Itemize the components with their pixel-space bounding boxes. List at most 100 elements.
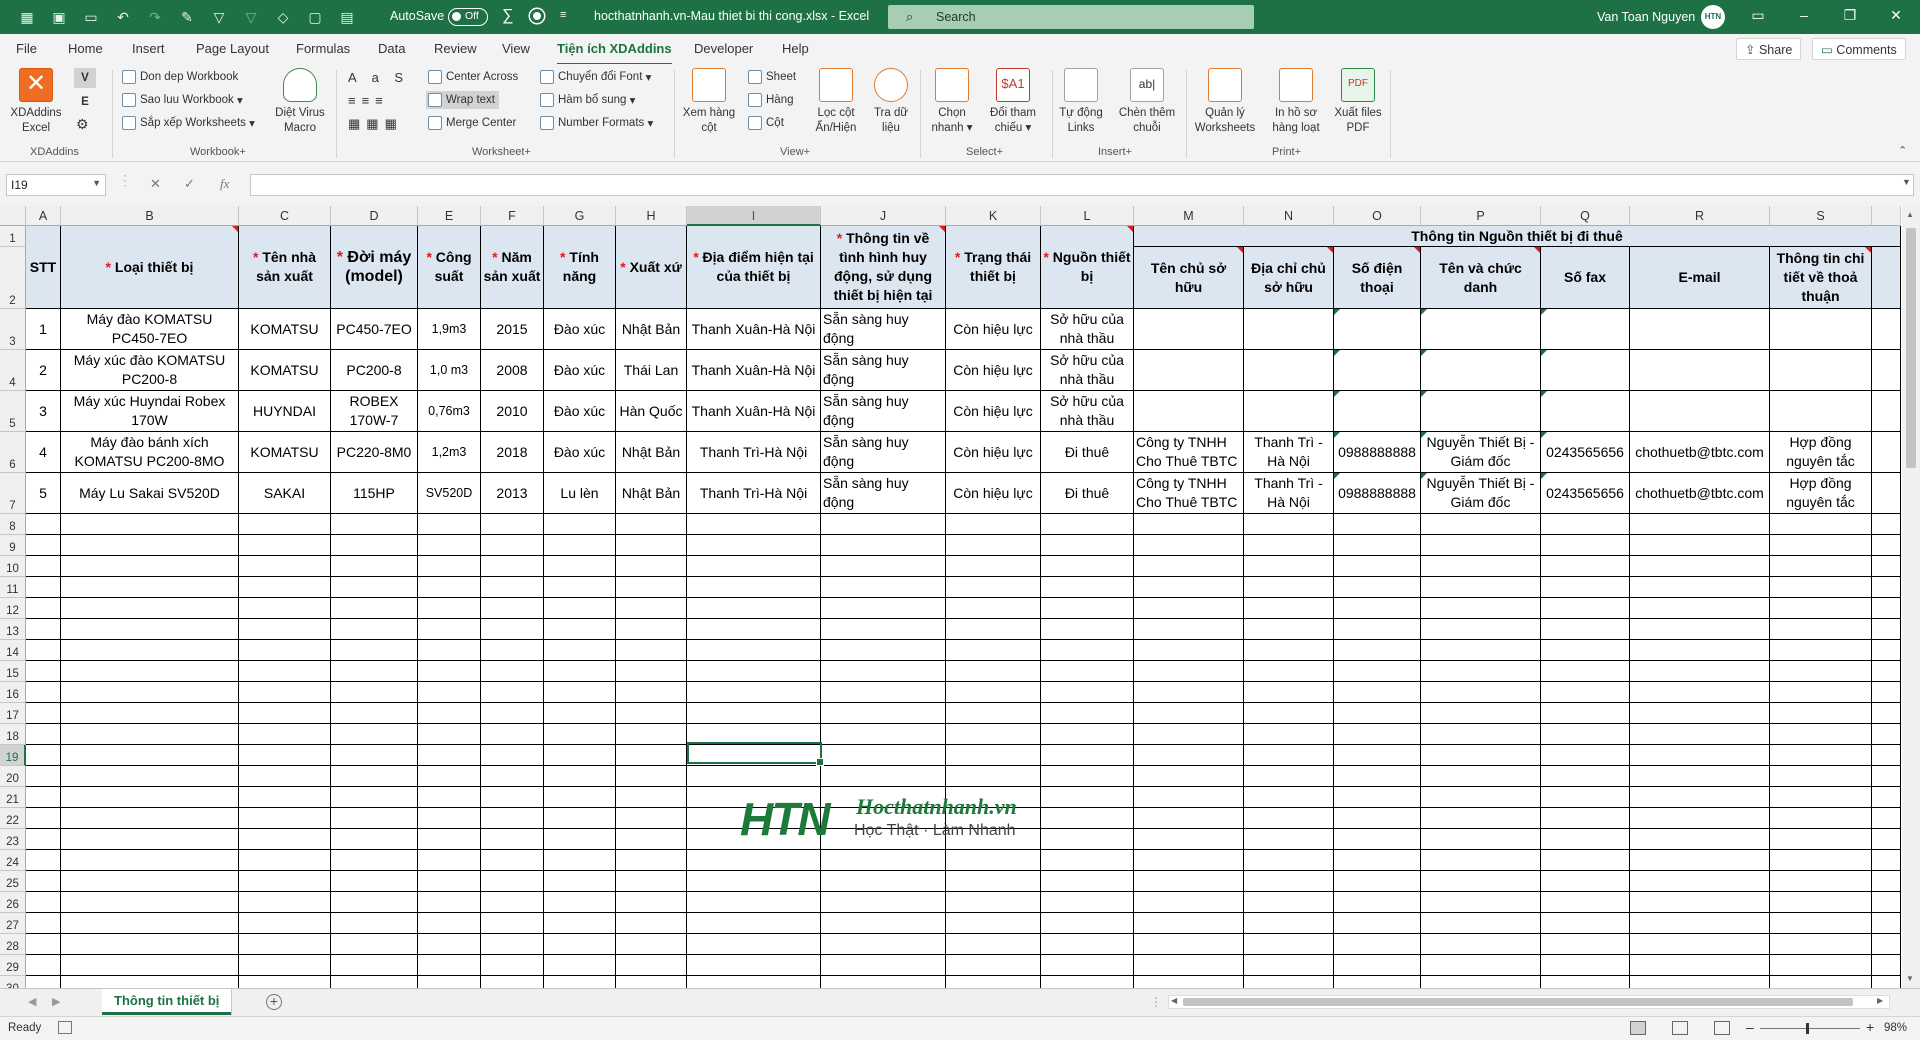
header-stt[interactable]: STT bbox=[26, 226, 61, 309]
cell-so-dien-thoai[interactable]: 0988888888 bbox=[1334, 432, 1421, 473]
empty-cell[interactable] bbox=[1541, 535, 1630, 556]
empty-cell[interactable] bbox=[26, 619, 61, 640]
empty-cell[interactable] bbox=[1334, 514, 1421, 535]
cell-doi-may[interactable]: ROBEX 170W-7 bbox=[331, 391, 418, 432]
empty-cell[interactable] bbox=[1421, 787, 1541, 808]
empty-cell[interactable] bbox=[418, 850, 481, 871]
cell-ten-chuc-danh[interactable]: Nguyễn Thiết Bị - Giám đốc bbox=[1421, 473, 1541, 514]
cell-thong-tin-huy-dong[interactable]: Sẵn sàng huy động bbox=[821, 309, 946, 350]
empty-cell[interactable] bbox=[616, 934, 687, 955]
empty-cell[interactable] bbox=[1041, 808, 1134, 829]
empty-cell[interactable] bbox=[821, 640, 946, 661]
empty-cell[interactable] bbox=[544, 766, 616, 787]
empty-cell[interactable] bbox=[1541, 745, 1630, 766]
empty-cell[interactable] bbox=[239, 535, 331, 556]
empty-cell[interactable] bbox=[1630, 556, 1770, 577]
cell-blank[interactable] bbox=[1872, 350, 1901, 391]
empty-cell[interactable] bbox=[239, 724, 331, 745]
column-header-b[interactable]: B bbox=[61, 206, 239, 226]
empty-cell[interactable] bbox=[1134, 619, 1244, 640]
cell-doi-may[interactable]: PC220-8M0 bbox=[331, 432, 418, 473]
empty-cell[interactable] bbox=[1872, 934, 1901, 955]
cell-ten-chu-so-huu[interactable] bbox=[1134, 350, 1244, 391]
empty-cell[interactable] bbox=[1134, 766, 1244, 787]
empty-cell[interactable] bbox=[821, 661, 946, 682]
empty-cell[interactable] bbox=[1872, 619, 1901, 640]
cell-dia-chi-chu-so-huu[interactable] bbox=[1244, 350, 1334, 391]
empty-cell[interactable] bbox=[1334, 913, 1421, 934]
empty-cell[interactable] bbox=[544, 661, 616, 682]
empty-cell[interactable] bbox=[1541, 808, 1630, 829]
autosum-icon[interactable]: ∑ bbox=[502, 7, 513, 25]
cell-ten-chu-so-huu[interactable] bbox=[1134, 391, 1244, 432]
cell-tinh-nang[interactable]: Đào xúc bbox=[544, 350, 616, 391]
empty-cell[interactable] bbox=[239, 619, 331, 640]
empty-cell[interactable] bbox=[331, 976, 418, 988]
zoom-slider-knob[interactable] bbox=[1806, 1023, 1809, 1034]
empty-cell[interactable] bbox=[687, 577, 821, 598]
empty-cell[interactable] bbox=[418, 808, 481, 829]
cell-ten-chu-so-huu[interactable]: Công ty TNHH Cho Thuê TBTC bbox=[1134, 432, 1244, 473]
empty-cell[interactable] bbox=[946, 976, 1041, 988]
empty-cell[interactable] bbox=[1770, 934, 1872, 955]
empty-cell[interactable] bbox=[1134, 682, 1244, 703]
empty-cell[interactable] bbox=[1872, 682, 1901, 703]
chuyen-doi-font-button[interactable]: Chuyển đổi Font ▾ bbox=[540, 70, 651, 84]
cell-blank[interactable] bbox=[1872, 432, 1901, 473]
empty-cell[interactable] bbox=[1872, 745, 1901, 766]
vertical-scroll-thumb[interactable] bbox=[1906, 228, 1916, 468]
empty-cell[interactable] bbox=[821, 850, 946, 871]
page-layout-view-icon[interactable] bbox=[1672, 1021, 1688, 1035]
empty-cell[interactable] bbox=[1541, 619, 1630, 640]
empty-cell[interactable] bbox=[687, 976, 821, 988]
cell-so-fax[interactable]: 0243565656 bbox=[1541, 473, 1630, 514]
empty-cell[interactable] bbox=[1421, 976, 1541, 988]
empty-cell[interactable] bbox=[418, 913, 481, 934]
empty-cell[interactable] bbox=[544, 976, 616, 988]
horizontal-scroll-thumb[interactable] bbox=[1183, 998, 1853, 1006]
cell-tinh-nang[interactable]: Lu lèn bbox=[544, 473, 616, 514]
selected-cell[interactable] bbox=[687, 742, 824, 766]
empty-cell[interactable] bbox=[61, 976, 239, 988]
empty-cell[interactable] bbox=[544, 934, 616, 955]
header-xuat-xu[interactable]: * Xuất xứ bbox=[616, 226, 687, 309]
cell-nguon-thiet-bi[interactable]: Sở hữu của nhà thầu bbox=[1041, 391, 1134, 432]
empty-cell[interactable] bbox=[1421, 619, 1541, 640]
empty-cell[interactable] bbox=[1630, 703, 1770, 724]
cell-so-dien-thoai[interactable] bbox=[1334, 309, 1421, 350]
empty-cell[interactable] bbox=[61, 808, 239, 829]
cell-trang-thai[interactable]: Còn hiệu lực bbox=[946, 473, 1041, 514]
empty-cell[interactable] bbox=[331, 556, 418, 577]
empty-cell[interactable] bbox=[331, 892, 418, 913]
empty-cell[interactable] bbox=[481, 514, 544, 535]
cell-ten-chu-so-huu[interactable] bbox=[1134, 309, 1244, 350]
empty-cell[interactable] bbox=[418, 682, 481, 703]
name-box[interactable]: I19 ▼ bbox=[6, 174, 106, 196]
cell-doi-may[interactable]: PC450-7EO bbox=[331, 309, 418, 350]
cell-dia-diem[interactable]: Thanh Trì-Hà Nội bbox=[687, 473, 821, 514]
empty-cell[interactable] bbox=[616, 703, 687, 724]
empty-cell[interactable] bbox=[1421, 598, 1541, 619]
cell-trang-thai[interactable]: Còn hiệu lực bbox=[946, 350, 1041, 391]
empty-cell[interactable] bbox=[61, 556, 239, 577]
add-sheet-icon[interactable]: + bbox=[266, 994, 282, 1010]
cell-so-dien-thoai[interactable]: 0988888888 bbox=[1334, 473, 1421, 514]
empty-cell[interactable] bbox=[1872, 871, 1901, 892]
empty-cell[interactable] bbox=[1630, 577, 1770, 598]
empty-cell[interactable] bbox=[1630, 598, 1770, 619]
empty-cell[interactable] bbox=[1134, 745, 1244, 766]
empty-cell[interactable] bbox=[1872, 787, 1901, 808]
empty-cell[interactable] bbox=[1244, 514, 1334, 535]
horizontal-scrollbar[interactable]: ◀ ▶ bbox=[1168, 995, 1890, 1009]
empty-cell[interactable] bbox=[239, 703, 331, 724]
cell-blank[interactable] bbox=[1872, 309, 1901, 350]
empty-cell[interactable] bbox=[61, 850, 239, 871]
column-header-j[interactable]: J bbox=[821, 206, 946, 226]
cell-so-dien-thoai[interactable] bbox=[1334, 350, 1421, 391]
empty-cell[interactable] bbox=[946, 745, 1041, 766]
empty-cell[interactable] bbox=[418, 619, 481, 640]
empty-cell[interactable] bbox=[1630, 787, 1770, 808]
empty-cell[interactable] bbox=[1041, 556, 1134, 577]
empty-cell[interactable] bbox=[1770, 850, 1872, 871]
empty-cell[interactable] bbox=[946, 892, 1041, 913]
